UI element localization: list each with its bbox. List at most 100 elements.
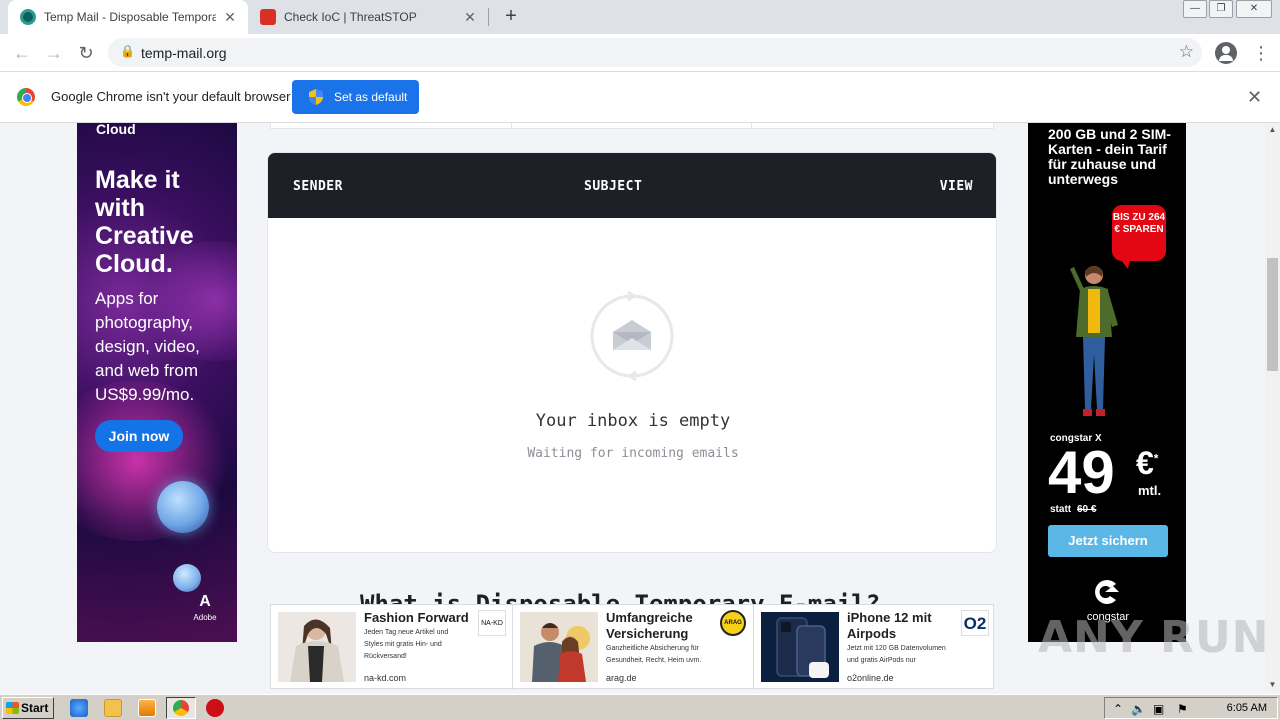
scroll-down-arrow-icon[interactable]: ▼ [1265,680,1280,689]
congstar-logo-icon [1095,580,1119,604]
new-tab-button[interactable]: + [500,6,522,28]
arag-logo-text: ARAG [724,620,742,626]
tab-close-icon[interactable]: ✕ [462,9,478,26]
action-center-flag-icon[interactable]: ⚑ [1177,702,1188,716]
ad-title[interactable]: Fashion Forward [364,610,476,626]
page-scrollbar[interactable]: ▲ ▼ [1265,123,1280,691]
column-sender: SENDER [293,179,343,194]
chrome-menu-icon[interactable]: ⋮ [1252,42,1270,64]
volume-icon[interactable]: 🔈 [1131,702,1146,716]
previous-table-bottom [270,123,994,129]
o2-logo-text: O2 [963,614,987,633]
adobe-wordmark: Adobe [193,613,217,622]
chrome-logo-icon [17,88,35,106]
windows-logo-icon [6,702,19,714]
inbox-panel: SENDER SUBJECT VIEW Your inbox is empty … [267,152,997,553]
tab-temp-mail[interactable]: Temp Mail - Disposable Temporary E ✕ [8,0,248,34]
lock-icon[interactable]: 🔒 [120,44,135,58]
ad-title[interactable]: Umfangreiche Versicherung [606,610,718,642]
ad-domain[interactable]: na-kd.com [364,673,406,683]
empty-inbox-title: Your inbox is empty [535,411,731,431]
savings-bubble: BIS ZU 264 € SPAREN [1112,205,1166,269]
nakd-logo: NA-KD [478,610,506,636]
column-view: VIEW [939,179,973,194]
window-close-button[interactable]: ✕ [1236,0,1272,18]
jetzt-sichern-button[interactable]: Jetzt sichern [1048,525,1168,557]
inbox-header: SENDER SUBJECT VIEW [268,153,996,218]
ad-top-text: Cloud [96,123,136,137]
clock[interactable]: 6:05 AM [1227,702,1267,714]
bookmark-star-icon[interactable]: ☆ [1179,42,1194,62]
chrome-taskbar-button[interactable] [166,697,196,719]
reload-button[interactable]: ↻ [74,41,98,65]
ad-period: mtl. [1138,483,1162,498]
ad-description: Ganzheitliche Absicherung für Gesundheit… [606,645,702,664]
uac-shield-icon [309,89,323,105]
tab-separator [488,8,489,26]
start-button[interactable]: Start [2,697,54,719]
ad-body-copy: Apps for photography, design, video, and… [95,289,200,404]
address-bar[interactable]: 🔒 temp-mail.org ☆ [108,38,1202,67]
ad-old-price: 60 € [1077,504,1097,515]
nakd-logo-text: NA-KD [481,620,503,627]
internet-explorer-icon[interactable] [70,699,88,717]
empty-inbox-subtitle: Waiting for incoming emails [527,446,739,461]
restore-button[interactable]: ❐ [1209,0,1233,18]
adobe-logo-icon: A [199,593,211,610]
browser-toolbar: ← → ↻ 🔒 temp-mail.org ☆ ⋮ [0,34,1280,72]
network-icon[interactable]: ▣ [1153,702,1164,716]
system-tray: ⌃ 🔈 ▣ ⚑ 6:05 AM [1104,697,1278,719]
planet-graphic [157,481,209,533]
column-subject: SUBJECT [584,179,643,194]
ad-currency: €* [1136,445,1158,482]
tab-strip: Temp Mail - Disposable Temporary E ✕ Che… [0,0,1280,34]
tab-close-icon[interactable]: ✕ [222,9,238,26]
anyrun-watermark: ANY RUN [1038,612,1270,663]
o2-logo: O2 [961,610,989,636]
ad-item-nakd[interactable]: Fashion Forward Jeden Tag neue Artikel u… [271,605,512,690]
tab-threatstop[interactable]: Check IoC | ThreatSTOP ✕ [248,0,488,34]
media-player-icon[interactable] [138,699,156,717]
forward-button[interactable]: → [42,41,66,65]
set-as-default-label: Set as default [334,90,408,104]
ad-headline: Make it with Creative Cloud. [95,166,194,278]
ad-item-arag[interactable]: Umfangreiche Versicherung Ganzheitliche … [512,605,753,690]
ad-price-asterisk: * [1153,451,1159,466]
file-explorer-icon[interactable] [104,699,122,717]
woman-photo [1070,266,1118,416]
scroll-up-arrow-icon[interactable]: ▲ [1265,125,1280,134]
tab-title: Check IoC | ThreatSTOP [284,10,417,24]
adobe-ad-banner[interactable]: Cloud Make it with Creative Cloud. Apps … [77,123,237,642]
back-button[interactable]: ← [10,41,34,65]
planet-graphic [173,564,201,592]
sponsored-ads-strip: Fashion Forward Jeden Tag neue Artikel u… [270,604,994,690]
ad-old-price-label: statt [1050,504,1072,515]
profile-avatar-icon[interactable] [1215,42,1237,64]
empty-inbox-envelope-icon [590,290,674,382]
ad-description: Jeden Tag neue Artikel und Styles mit gr… [364,629,449,660]
default-browser-infobar: Google Chrome isn't your default browser… [0,72,1280,123]
iphone-photo [761,612,839,682]
ad-domain[interactable]: arag.de [606,673,637,683]
scroll-thumb[interactable] [1267,258,1278,371]
ad-description: Jetzt mit 120 GB Datenvolumen und gratis… [847,645,946,664]
page-viewport: Cloud Make it with Creative Cloud. Apps … [0,123,1265,691]
chrome-icon [173,700,189,716]
ad-currency-symbol: € [1136,445,1154,481]
arag-logo: ARAG [720,610,748,636]
join-now-button[interactable]: Join now [95,420,183,452]
ad-title[interactable]: iPhone 12 mit Airpods [847,610,959,642]
opera-icon[interactable] [206,699,224,717]
ad-headline: 200 GB und 2 SIM-Karten - dein Tarif für… [1048,126,1171,187]
tray-expand-icon[interactable]: ⌃ [1113,702,1123,716]
url-text[interactable]: temp-mail.org [141,45,227,61]
minimize-button[interactable]: — [1183,0,1207,18]
infobar-close-icon[interactable]: ✕ [1247,87,1262,108]
ad-item-o2[interactable]: iPhone 12 mit Airpods Jetzt mit 120 GB D… [753,605,994,690]
ad-domain[interactable]: o2online.de [847,673,894,683]
temp-mail-favicon-icon [20,9,36,25]
fashion-photo [278,612,356,682]
threatstop-favicon-icon [260,9,276,25]
congstar-ad-banner[interactable]: 200 GB und 2 SIM-Karten - dein Tarif für… [1028,123,1186,642]
set-as-default-button[interactable]: Set as default [292,80,419,114]
